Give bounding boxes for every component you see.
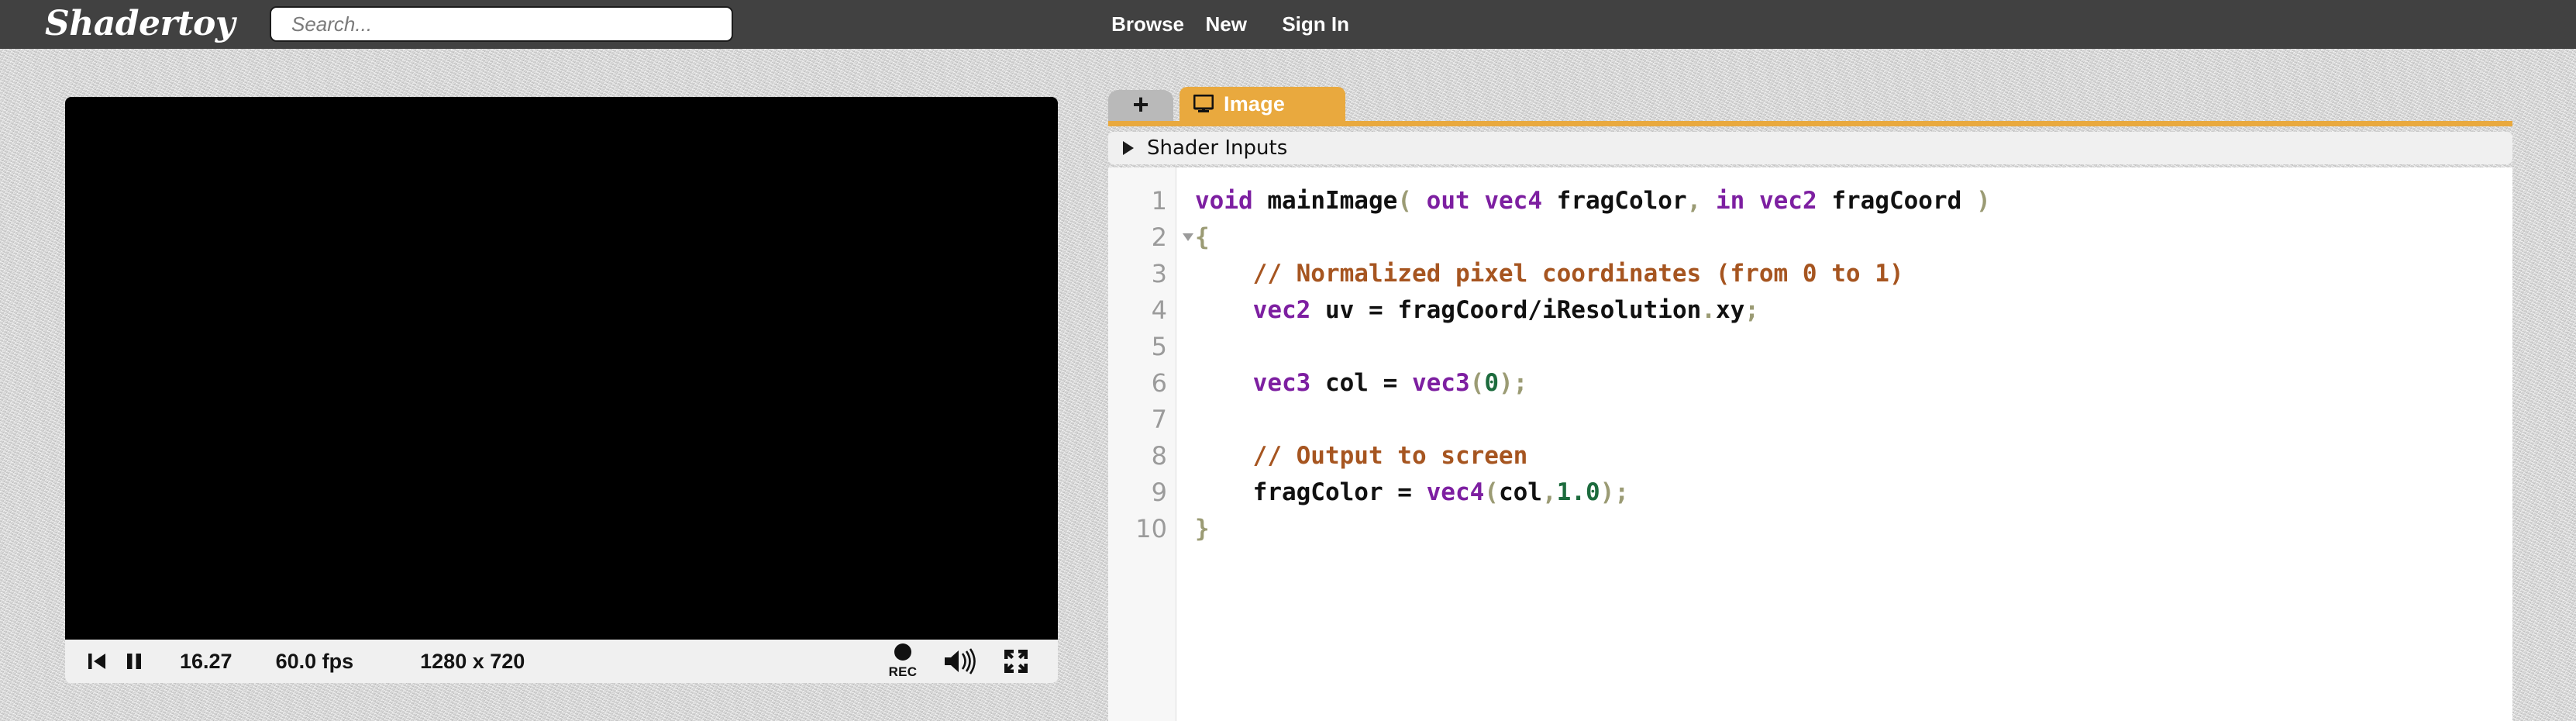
line-number: 6 [1151,368,1167,398]
line-number: 10 [1135,514,1167,543]
shader-canvas[interactable] [65,97,1058,640]
code-line: fragColor = vec4(col,1.0); [1252,478,1629,506]
line-number: 7 [1151,405,1167,434]
nav-browse[interactable]: Browse [1111,0,1184,49]
line-number: 2 [1108,219,1193,256]
code-line: vec3 col = vec3(0); [1252,369,1528,397]
tab-accent-underline [1108,121,2512,126]
line-number-gutter: 1 2 3 4 5 6 7 8 9 10 [1108,167,1193,721]
monitor-icon [1193,95,1214,113]
resolution-readout: 1280 x 720 [420,649,525,673]
site-header: Shadertoy Browse New Sign In [0,0,2576,49]
record-icon [894,643,911,661]
fullscreen-icon[interactable] [999,645,1033,678]
line-number: 9 [1151,478,1167,507]
tab-image[interactable]: Image [1180,87,1345,121]
preview-panel: 16.27 60.0 fps 1280 x 720 REC [65,97,1058,691]
fps-readout: 60.0 fps [275,649,354,673]
shader-inputs-toggle[interactable]: Shader Inputs [1108,132,2512,164]
line-number: 1 [1151,186,1167,216]
plus-icon: + [1132,88,1149,120]
skip-back-icon[interactable] [84,646,110,677]
code-editor[interactable]: 1 2 3 4 5 6 7 8 9 10 void mainImage( out vec4 fra… [1108,167,2512,721]
line-number: 8 [1151,441,1167,471]
line-number: 4 [1151,295,1167,325]
tab-image-label: Image [1224,91,1286,116]
code-line: { [1195,223,1210,251]
code-line: // Normalized pixel coordinates (from 0 … [1195,260,1904,288]
nav-new[interactable]: New [1206,0,1247,49]
code-line: } [1195,515,1210,543]
code-line: void mainImage( out vec4 fragColor, in v… [1195,187,1991,215]
triangle-right-icon [1123,141,1134,155]
tab-strip: + Image [1108,87,2512,126]
shadertoy-logo[interactable]: Shadertoy [45,0,235,48]
code-line: vec2 uv = fragCoord/iResolution.xy; [1252,296,1759,324]
line-number: 5 [1151,332,1167,361]
nav-signin[interactable]: Sign In [1282,0,1349,49]
code-line: // Output to screen [1195,442,1528,470]
line-number: 3 [1151,259,1167,288]
record-label: REC [888,664,918,679]
pause-icon[interactable] [121,646,147,677]
playback-time: 16.27 [180,649,232,673]
volume-icon[interactable] [940,645,982,678]
code-panel: + Image Shader Inputs 1 2 3 4 5 6 7 8 9 10 void m… [1108,87,2512,721]
code-text-area[interactable]: void mainImage( out vec4 fragColor, in v… [1176,167,2512,721]
shader-inputs-label: Shader Inputs [1147,136,1288,160]
search-input[interactable] [270,6,733,42]
record-button[interactable]: REC [878,643,928,680]
add-tab-button[interactable]: + [1108,90,1173,121]
player-toolbar: 16.27 60.0 fps 1280 x 720 REC [65,640,1058,683]
